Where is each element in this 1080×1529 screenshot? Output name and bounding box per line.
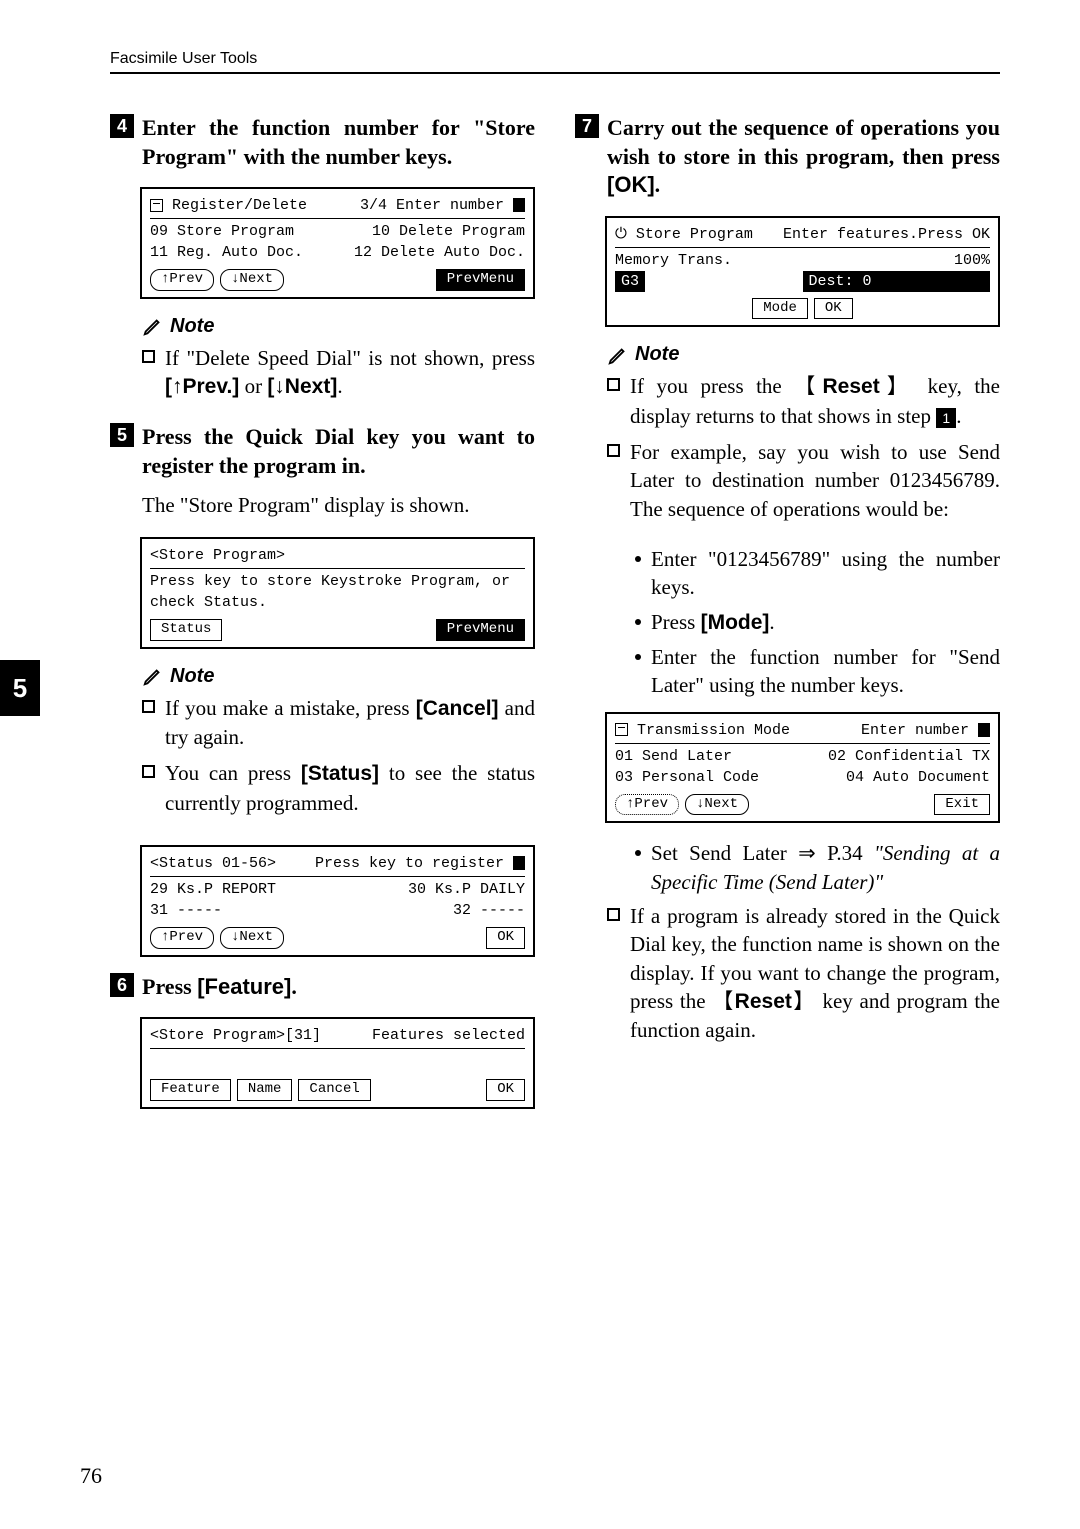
lcd-status: <Status 01-56> Press key to register 29 … [140, 845, 535, 957]
bullet-2: Press [Mode]. [635, 608, 1000, 637]
lcd1-prevmenu-button[interactable]: PrevMenu [436, 269, 525, 291]
lcd4-title-r: Features selected [372, 1025, 525, 1046]
pencil-icon [142, 665, 164, 687]
left-column: 4 Enter the function number for "Store P… [110, 114, 535, 1125]
lcd-store-program-31: <Store Program>[31] Features selected Fe… [140, 1017, 535, 1109]
lcd3-row2-r: 32 ----- [453, 900, 525, 921]
note-right-item-3: If a program is already stored in the Qu… [607, 902, 1000, 1045]
step-7-text: Carry out the sequence of operations you… [607, 114, 1000, 200]
lcd-register-delete: Register/Delete 3/4 Enter number 09 Stor… [140, 187, 535, 299]
lcd1-prev-button[interactable]: ↑Prev [150, 269, 214, 291]
lcd5-ok-button[interactable]: OK [814, 298, 853, 320]
lcd6-row2-l: 03 Personal Code [615, 767, 759, 788]
bullet-4: Set Send Later ⇒ P.34 "Sending at a Spec… [635, 839, 1000, 896]
lcd6-exit-button[interactable]: Exit [934, 794, 990, 816]
lcd1-title-right: 3/4 Enter number [360, 195, 525, 216]
lcd-store-program: <Store Program> Press key to store Keyst… [140, 537, 535, 649]
lcd5-row1-r: 100% [954, 250, 990, 271]
lcd4-ok-button[interactable]: OK [486, 1079, 525, 1101]
square-bullet-icon [607, 378, 620, 391]
step-ref-1-icon: 1 [936, 408, 956, 428]
lcd2-title: <Store Program> [150, 545, 525, 566]
step-7: 7 Carry out the sequence of operations y… [575, 114, 1000, 200]
square-bullet-icon [142, 700, 155, 713]
note-2-item-1: If you make a mistake, press [Cancel] an… [142, 694, 535, 752]
note-2-item-2: You can press [Status] to see the status… [142, 759, 535, 817]
page-header: Facsimile User Tools [110, 50, 1000, 68]
lcd-transmission-mode: Transmission Mode Enter number 01 Send L… [605, 712, 1000, 824]
step-4-text: Enter the function number for "Store Pro… [142, 114, 535, 171]
step-6-text: Press [Feature]. [142, 973, 297, 1002]
lcd3-prev-button[interactable]: ↑Prev [150, 927, 214, 949]
lcd-store-features: ⏻ Store Program Enter features.Press OK … [605, 216, 1000, 328]
square-bullet-icon [607, 908, 620, 921]
lcd1-row1-l: 09 Store Program [150, 221, 294, 242]
step-7-number: 7 [575, 114, 599, 138]
bullet-3: Enter the function number for "Send Late… [635, 643, 1000, 700]
header-rule [110, 72, 1000, 74]
note-right-heading: Note [607, 343, 1000, 366]
pencil-icon [607, 344, 629, 366]
lcd3-title-l: <Status 01-56> [150, 853, 276, 874]
note-right-item-1: If you press the Reset key, the display … [607, 372, 1000, 430]
lcd6-next-button[interactable]: ↓Next [685, 794, 749, 816]
chapter-tab: 5 [0, 660, 40, 716]
dot-bullet-icon [635, 556, 641, 562]
lcd4-title-l: <Store Program>[31] [150, 1025, 321, 1046]
note-2-heading: Note [142, 665, 535, 688]
lcd3-title-r: Press key to register [315, 853, 525, 874]
lcd1-title-left: Register/Delete [150, 195, 307, 216]
step-5-body: The "Store Program" display is shown. [142, 491, 535, 519]
step-5-text: Press the Quick Dial key you want to reg… [142, 423, 535, 480]
lcd1-row1-r: 10 Delete Program [372, 221, 525, 242]
lcd6-row1-r: 02 Confidential TX [828, 746, 990, 767]
lcd2-prevmenu-button[interactable]: PrevMenu [436, 619, 525, 641]
lcd3-ok-button[interactable]: OK [486, 927, 525, 949]
lcd4-cancel-button[interactable]: Cancel [298, 1079, 370, 1101]
step-4-number: 4 [110, 114, 134, 138]
lcd3-row1-l: 29 Ks.P REPORT [150, 879, 276, 900]
step-6-number: 6 [110, 973, 134, 997]
lcd5-mode-button[interactable]: Mode [752, 298, 808, 320]
square-bullet-icon [607, 444, 620, 457]
lcd5-title-r: Enter features.Press OK [783, 224, 990, 245]
lcd5-g3-badge: G3 [615, 271, 645, 292]
lcd6-row2-r: 04 Auto Document [846, 767, 990, 788]
lcd6-title-r: Enter number [861, 720, 990, 741]
dot-bullet-icon [635, 850, 641, 856]
step-5-number: 5 [110, 423, 134, 447]
note-1-item: If "Delete Speed Dial" is not shown, pre… [142, 344, 535, 402]
right-column: 7 Carry out the sequence of operations y… [575, 114, 1000, 1125]
lcd2-status-button[interactable]: Status [150, 619, 222, 641]
lcd5-title-l: ⏻ Store Program [615, 224, 753, 245]
lcd3-next-button[interactable]: ↓Next [220, 927, 284, 949]
square-bullet-icon [142, 350, 155, 363]
bullet-1: Enter "0123456789" using the number keys… [635, 545, 1000, 602]
note-right-item-2: For example, say you wish to use Send La… [607, 438, 1000, 523]
lcd4-feature-button[interactable]: Feature [150, 1079, 231, 1101]
step-6: 6 Press [Feature]. [110, 973, 535, 1002]
lcd1-next-button[interactable]: ↓Next [220, 269, 284, 291]
lcd5-dest: Dest: 0 [803, 271, 991, 292]
lcd1-row2-l: 11 Reg. Auto Doc. [150, 242, 303, 263]
lcd3-row2-l: 31 ----- [150, 900, 222, 921]
dot-bullet-icon [635, 654, 641, 660]
dot-bullet-icon [635, 619, 641, 625]
note-1-heading: Note [142, 315, 535, 338]
lcd6-row1-l: 01 Send Later [615, 746, 732, 767]
page-number: 76 [80, 1463, 102, 1489]
lcd5-row1-l: Memory Trans. [615, 250, 732, 271]
lcd3-row1-r: 30 Ks.P DAILY [408, 879, 525, 900]
lcd6-prev-button[interactable]: ↑Prev [615, 794, 679, 816]
lcd2-line: Press key to store Keystroke Program, or… [150, 571, 525, 613]
square-bullet-icon [142, 765, 155, 778]
lcd1-row2-r: 12 Delete Auto Doc. [354, 242, 525, 263]
lcd4-name-button[interactable]: Name [237, 1079, 293, 1101]
pencil-icon [142, 315, 164, 337]
step-4: 4 Enter the function number for "Store P… [110, 114, 535, 171]
lcd6-title-l: Transmission Mode [615, 720, 790, 741]
step-5: 5 Press the Quick Dial key you want to r… [110, 423, 535, 480]
